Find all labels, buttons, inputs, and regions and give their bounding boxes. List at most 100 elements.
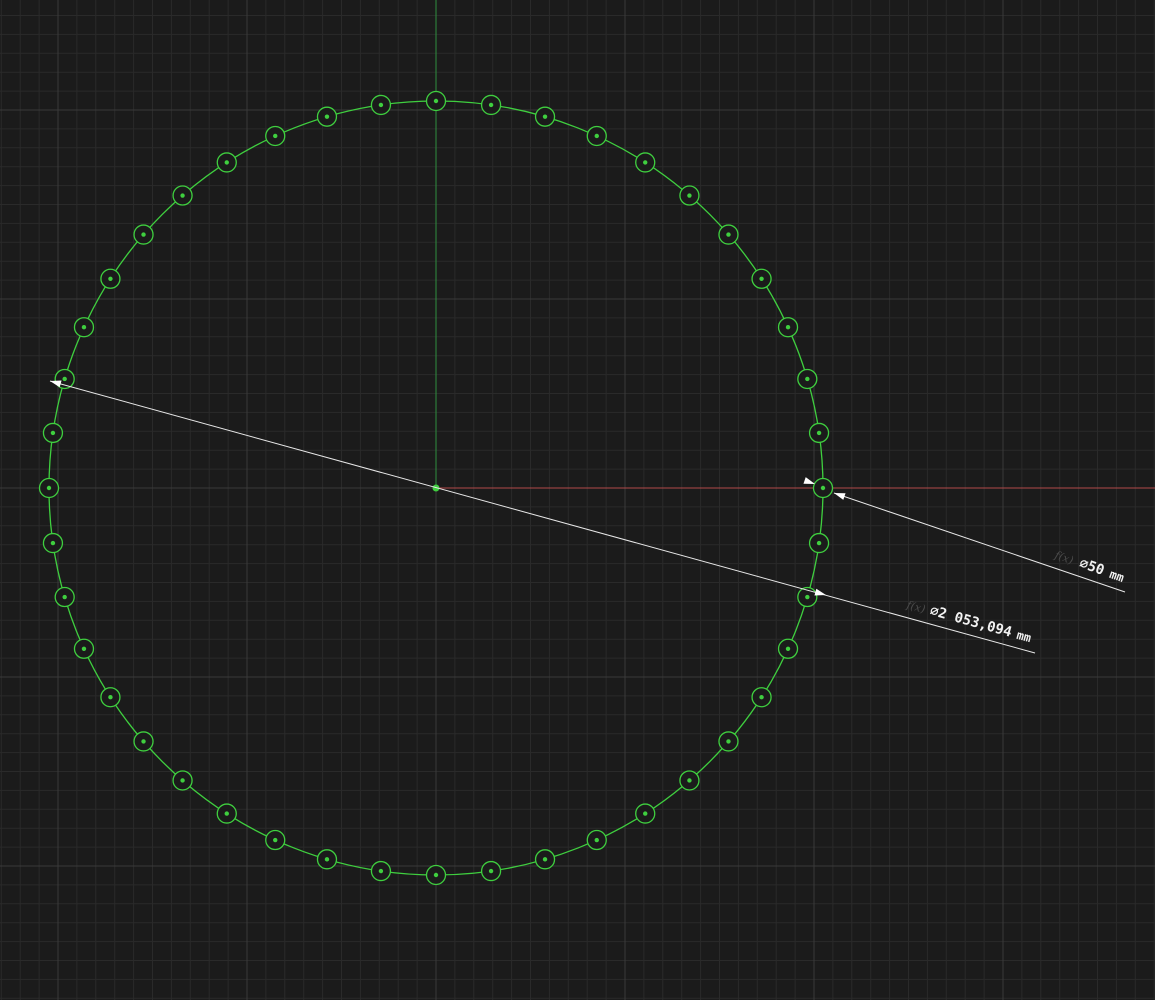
- pattern-hole[interactable]: [316, 849, 338, 870]
- dimension-arrow-icon: [814, 588, 826, 596]
- pattern-hole[interactable]: [172, 770, 193, 791]
- circle-diameter-fx-label[interactable]: f(x): [904, 598, 927, 616]
- pattern-hole[interactable]: [133, 731, 154, 752]
- hole-center-point: [180, 193, 185, 198]
- pattern-hole[interactable]: [718, 731, 739, 752]
- pattern-hole[interactable]: [73, 638, 95, 659]
- pattern-hole[interactable]: [172, 185, 193, 206]
- hole-center-point: [62, 594, 67, 600]
- sketch-viewport[interactable]: f(x) ⌀2 053,094 mm f(x) ⌀50 mm: [0, 0, 1155, 1000]
- hole-center-point: [785, 325, 791, 330]
- pattern-hole[interactable]: [777, 638, 799, 659]
- pattern-hole[interactable]: [797, 368, 818, 390]
- hole-center-point: [50, 430, 56, 436]
- hole-center-point: [687, 778, 692, 783]
- hole-diameter-fx-label[interactable]: f(x): [1052, 548, 1075, 567]
- hole-center-point: [643, 160, 648, 165]
- hole-center-point: [805, 594, 810, 600]
- pattern-hole[interactable]: [73, 317, 95, 338]
- hole-center-point: [542, 114, 548, 119]
- hole-center-point: [46, 485, 52, 491]
- pattern-hole[interactable]: [679, 770, 700, 791]
- hole-center-point: [224, 811, 229, 816]
- pattern-hole[interactable]: [812, 477, 834, 499]
- hole-center-point: [224, 160, 229, 165]
- hole-center-point: [273, 133, 278, 139]
- circle-diameter-unit: mm: [1015, 628, 1033, 645]
- hole-center-point: [141, 739, 146, 744]
- hole-center-point: [820, 485, 826, 491]
- hole-center-point: [759, 695, 764, 700]
- pattern-hole[interactable]: [100, 268, 121, 289]
- hole-center-point: [324, 857, 330, 862]
- hole-diameter-dimension-line: [833, 492, 1126, 593]
- pattern-hole[interactable]: [718, 224, 739, 245]
- pattern-hole[interactable]: [808, 532, 830, 554]
- pattern-hole[interactable]: [480, 860, 502, 882]
- pattern-hole[interactable]: [679, 185, 700, 206]
- hole-center-point: [324, 114, 330, 119]
- pattern-hole[interactable]: [425, 864, 447, 886]
- hole-center-point: [687, 193, 692, 198]
- pattern-hole[interactable]: [777, 317, 799, 338]
- hole-center-point: [726, 739, 731, 744]
- hole-center-point: [433, 872, 439, 878]
- pattern-hole[interactable]: [370, 94, 392, 116]
- pattern-hole[interactable]: [635, 803, 656, 824]
- hole-center-point: [759, 276, 764, 281]
- pattern-hole[interactable]: [370, 860, 392, 882]
- pattern-hole[interactable]: [808, 422, 830, 444]
- hole-center-point: [81, 325, 87, 330]
- hole-center-point: [62, 376, 67, 382]
- hole-center-point: [488, 102, 494, 108]
- hole-center-point: [433, 98, 439, 104]
- hole-center-point: [378, 102, 384, 108]
- hole-center-point: [594, 837, 599, 843]
- pattern-hole[interactable]: [216, 803, 237, 824]
- pattern-hole[interactable]: [751, 687, 772, 708]
- circle-diameter-dimension[interactable]: f(x) ⌀2 053,094 mm: [49, 380, 1036, 654]
- pattern-hole[interactable]: [133, 224, 154, 245]
- hole-center-point: [805, 376, 810, 382]
- hole-center-point: [594, 133, 599, 139]
- hole-center-point: [50, 540, 56, 546]
- pattern-hole[interactable]: [480, 94, 502, 116]
- pattern-hole[interactable]: [534, 106, 556, 127]
- pattern-hole[interactable]: [265, 829, 286, 851]
- hole-center-point: [378, 868, 384, 874]
- pattern-hole[interactable]: [425, 90, 447, 112]
- pattern-hole[interactable]: [751, 268, 772, 289]
- hole-center-point: [273, 837, 278, 843]
- pattern-hole[interactable]: [54, 586, 75, 608]
- pattern-hole[interactable]: [100, 687, 121, 708]
- pattern-hole[interactable]: [38, 477, 60, 499]
- hole-center-point: [108, 695, 113, 700]
- sketch-canvas[interactable]: f(x) ⌀2 053,094 mm f(x) ⌀50 mm: [0, 0, 1155, 1000]
- hole-center-point: [816, 540, 822, 546]
- hole-center-point: [726, 232, 731, 237]
- pattern-hole[interactable]: [586, 125, 607, 147]
- pattern-hole[interactable]: [42, 422, 64, 444]
- dimension-arrow-icon: [803, 477, 815, 484]
- hole-center-point: [542, 857, 548, 862]
- grid-major-lines: [0, 0, 1155, 1000]
- hole-center-point: [785, 646, 791, 651]
- dimension-arrow-icon: [50, 380, 62, 388]
- hole-diameter-value[interactable]: ⌀50: [1077, 555, 1106, 579]
- hole-center-point: [488, 868, 494, 874]
- pattern-hole[interactable]: [534, 849, 556, 870]
- pattern-hole[interactable]: [635, 152, 656, 173]
- pattern-hole[interactable]: [586, 829, 607, 851]
- dimension-arrow-icon: [834, 493, 846, 500]
- pattern-hole[interactable]: [216, 152, 237, 173]
- hole-center-point: [816, 430, 822, 436]
- pattern-hole[interactable]: [316, 106, 338, 127]
- hole-center-point: [643, 811, 648, 816]
- pattern-hole[interactable]: [265, 125, 286, 147]
- hole-center-point: [108, 276, 113, 281]
- hole-center-point: [141, 232, 146, 237]
- pattern-hole[interactable]: [42, 532, 64, 554]
- circle-diameter-dimension-line: [49, 380, 1036, 654]
- grid-minor-lines: [0, 0, 1155, 1000]
- hole-center-point: [81, 646, 87, 651]
